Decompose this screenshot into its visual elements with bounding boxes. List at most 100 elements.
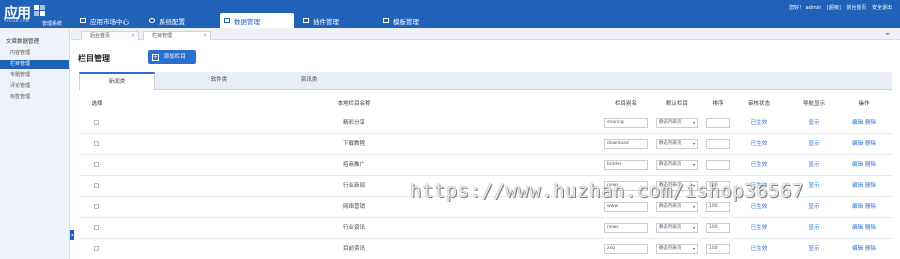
status-link[interactable]: 已生效 xyxy=(739,176,779,196)
row-checkbox[interactable] xyxy=(94,225,99,230)
status-link[interactable]: 已生效 xyxy=(739,218,779,238)
delete-link[interactable]: 删除 xyxy=(865,120,876,126)
sort-input[interactable]: 100 xyxy=(706,244,730,254)
row-checkbox[interactable] xyxy=(94,141,99,146)
edit-link[interactable]: 编辑 xyxy=(852,141,863,147)
sidebar-item-columns[interactable]: 栏目管理 xyxy=(0,60,69,69)
status-link[interactable]: 已生效 xyxy=(739,134,779,154)
tab-information[interactable]: 资讯类 xyxy=(269,72,349,90)
table-row: 下载教程 download 静态列表页 ▾ 已生效 显示 编辑 删除 xyxy=(79,134,892,155)
edit-link[interactable]: 编辑 xyxy=(852,183,863,189)
list-icon xyxy=(224,18,230,23)
sort-input[interactable] xyxy=(706,139,730,149)
system-name: 管理系统 xyxy=(42,21,63,27)
row-checkbox[interactable] xyxy=(94,246,99,251)
nav-app-market[interactable]: 应用市场中心 xyxy=(80,13,142,28)
column-header-alias: 栏目别名 xyxy=(614,101,637,107)
nav-show-link[interactable]: 显示 xyxy=(794,197,834,217)
edit-link[interactable]: 编辑 xyxy=(852,162,863,168)
status-link[interactable]: 已生效 xyxy=(739,113,779,133)
default-template-select[interactable]: 静态列表页 ▾ xyxy=(656,202,698,212)
delete-link[interactable]: 删除 xyxy=(865,246,876,252)
nav-data-management[interactable]: 数据管理 xyxy=(220,13,294,28)
sort-input[interactable] xyxy=(706,118,730,128)
alias-input[interactable]: news xyxy=(604,181,648,191)
row-actions: 编辑 删除 xyxy=(844,134,884,154)
page-tab-label: 后台首页 xyxy=(90,33,111,39)
sort-input[interactable]: 100 xyxy=(706,202,730,212)
logo[interactable]: 应用 YYUIAN.COM 管理系统 xyxy=(4,3,63,27)
alias-input[interactable]: zxq xyxy=(604,244,648,254)
close-icon[interactable]: × xyxy=(203,32,207,40)
alias-input[interactable]: sharing xyxy=(604,118,648,128)
sort-input[interactable]: 100 xyxy=(706,223,730,233)
row-actions: 编辑 删除 xyxy=(844,197,884,217)
table-row: 行业新闻 news 静态列表页 ▾ 100 已生效 显示 编辑 删除 xyxy=(79,176,892,197)
collapse-sidebar-button[interactable]: ◂ xyxy=(70,230,74,240)
row-checkbox[interactable] xyxy=(94,162,99,167)
column-header-status: 审核状态 xyxy=(747,101,770,107)
alias-input[interactable]: www xyxy=(604,202,648,212)
row-checkbox[interactable] xyxy=(94,204,99,209)
nav-show-link[interactable]: 显示 xyxy=(794,218,834,238)
default-template-select[interactable]: 静态列表页 ▾ xyxy=(656,139,698,149)
add-column-button[interactable]: + 添加栏目 xyxy=(148,50,196,64)
sidebar-title: 文章数据管理 xyxy=(6,39,40,45)
edit-link[interactable]: 编辑 xyxy=(852,246,863,252)
page-tab-label: 栏目管理 xyxy=(152,33,173,39)
sidebar-item-comments[interactable]: 评论管理 xyxy=(0,82,69,91)
delete-link[interactable]: 删除 xyxy=(865,141,876,147)
close-icon[interactable]: × xyxy=(131,32,135,40)
sort-input[interactable]: 100 xyxy=(706,181,730,191)
nav-system-config[interactable]: 系统配置 xyxy=(149,13,209,28)
status-link[interactable]: 已生效 xyxy=(739,197,779,217)
alias-input[interactable]: download xyxy=(604,139,648,149)
default-template-select[interactable]: 静态列表页 ▾ xyxy=(656,160,698,170)
edit-link[interactable]: 编辑 xyxy=(852,120,863,126)
table-row: 招商推广 bidder 静态列表页 ▾ 已生效 显示 编辑 删除 xyxy=(79,155,892,176)
default-template-select[interactable]: 静态列表页 ▾ xyxy=(656,181,698,191)
row-checkbox[interactable] xyxy=(94,183,99,188)
tab-news[interactable]: 新闻类 xyxy=(79,72,155,90)
row-checkbox[interactable] xyxy=(94,120,99,125)
nav-show-link[interactable]: 显示 xyxy=(794,176,834,196)
page-tab-columns[interactable]: 栏目管理 × xyxy=(143,31,211,40)
status-link[interactable]: 已生效 xyxy=(739,155,779,175)
default-template-select[interactable]: 静态列表页 ▾ xyxy=(656,244,698,254)
view-site-link[interactable]: 前台首页 xyxy=(846,5,866,11)
tab-scroll-icon[interactable]: ◂▸ xyxy=(885,31,890,37)
sidebar-item-tags[interactable]: 标签管理 xyxy=(0,93,69,102)
edit-link[interactable]: 编辑 xyxy=(852,204,863,210)
nav-show-link[interactable]: 显示 xyxy=(794,239,834,259)
delete-link[interactable]: 删除 xyxy=(865,225,876,231)
row-actions: 编辑 删除 xyxy=(844,176,884,196)
sidebar: 文章数据管理 内容管理 栏目管理 专题管理 评论管理 标签管理 xyxy=(0,28,70,259)
chevron-down-icon: ▾ xyxy=(692,120,695,125)
nav-show-link[interactable]: 显示 xyxy=(794,113,834,133)
nav-plugin-management[interactable]: 插件管理 xyxy=(303,13,368,28)
edit-link[interactable]: 编辑 xyxy=(852,225,863,231)
sort-input[interactable] xyxy=(706,160,730,170)
user-greeting: 您好！ admin xyxy=(789,5,822,11)
chevron-down-icon: ▾ xyxy=(692,204,695,209)
sidebar-item-content[interactable]: 内容管理 xyxy=(0,49,69,58)
delete-link[interactable]: 删除 xyxy=(865,162,876,168)
delete-link[interactable]: 删除 xyxy=(865,204,876,210)
logout-link[interactable]: 安全退出 xyxy=(872,5,892,11)
default-template-select[interactable]: 静态列表页 ▾ xyxy=(656,118,698,128)
column-header-actions: 操作 xyxy=(858,101,870,107)
alias-input[interactable]: news xyxy=(604,223,648,233)
sidebar-item-topics[interactable]: 专题管理 xyxy=(0,71,69,80)
page-tab-home[interactable]: 后台首页 × xyxy=(81,31,139,40)
chevron-down-icon: ▾ xyxy=(692,183,695,188)
delete-link[interactable]: 删除 xyxy=(865,183,876,189)
table-row: 精彩分享 sharing 静态列表页 ▾ 已生效 显示 编辑 删除 xyxy=(79,113,892,134)
select-value: 静态列表页 xyxy=(659,141,682,146)
default-template-select[interactable]: 静态列表页 ▾ xyxy=(656,223,698,233)
nav-template-management[interactable]: 模板管理 xyxy=(383,13,438,28)
tab-software[interactable]: 软件类 xyxy=(179,72,259,90)
nav-show-link[interactable]: 显示 xyxy=(794,134,834,154)
nav-show-link[interactable]: 显示 xyxy=(794,155,834,175)
alias-input[interactable]: bidder xyxy=(604,160,648,170)
status-link[interactable]: 已生效 xyxy=(739,239,779,259)
